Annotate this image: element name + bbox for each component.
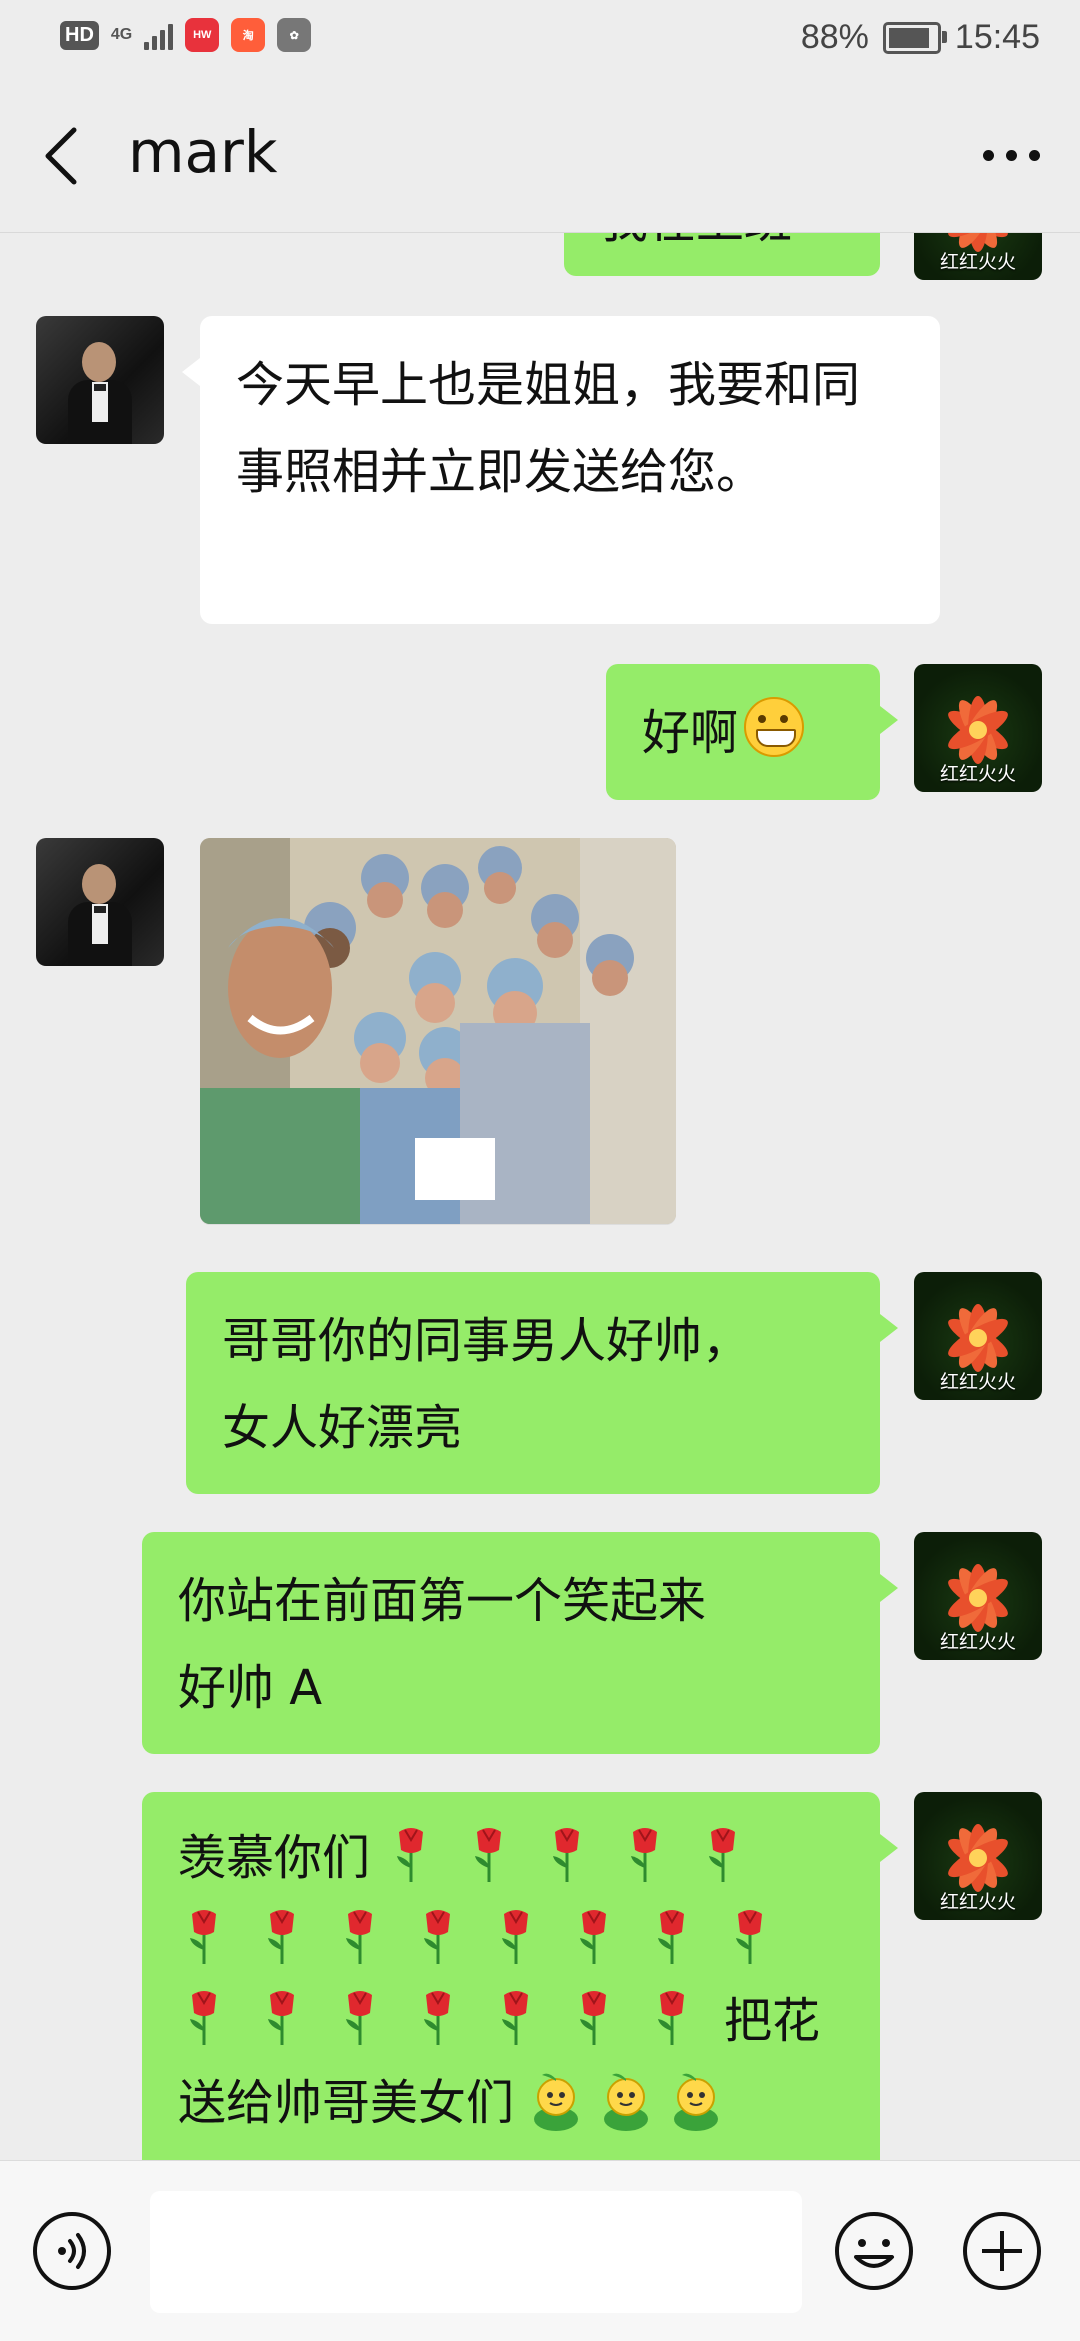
chevron-left-icon[interactable] <box>40 124 84 188</box>
rose-icon <box>724 1906 776 1966</box>
my-avatar[interactable]: 红红火火 <box>914 1792 1042 1920</box>
message-input[interactable] <box>150 2191 802 2313</box>
message-text: 今天早上也是姐姐，我要和同事照相并立即发送给您。 <box>236 357 861 501</box>
sprout-icon <box>668 2071 724 2131</box>
huawei-app-icon: HW <box>185 18 220 52</box>
rose-icon <box>490 1987 542 2047</box>
grinning-face-icon <box>744 697 805 757</box>
clock: 15:45 <box>954 18 1040 56</box>
message-text-line: 你站在前面第一个笑起来 <box>178 1573 707 1629</box>
message-text-line: 把花 <box>724 1993 821 2050</box>
rose-icon <box>463 1824 515 1884</box>
message-text-line: 送给帅哥美女们 <box>178 2074 515 2131</box>
rose-icon <box>490 1906 542 1966</box>
message-text-line: 羡慕你们 <box>178 1830 371 1886</box>
taobao-app-icon: 淘 <box>231 18 266 52</box>
rose-icon <box>178 1906 230 1966</box>
message-bubble-outgoing[interactable]: 好啊 <box>606 664 898 800</box>
chat-header: mark <box>0 80 1080 233</box>
message-bubble-outgoing[interactable]: 哥哥你的同事男人好帅， 女人好漂亮 <box>186 1272 898 1494</box>
my-avatar[interactable]: 红红火火 <box>914 1532 1042 1660</box>
message-bubble-outgoing[interactable]: 羡慕你们 把花 送给帅哥美女们 <box>142 1792 898 2160</box>
rose-icon <box>334 1906 386 1966</box>
rose-icon <box>256 1987 308 2047</box>
message-text: 我在上班 <box>600 232 792 249</box>
rose-icon <box>646 1906 698 1966</box>
message-bubble-outgoing[interactable]: 我在上班 <box>564 232 880 276</box>
signal-icon <box>144 20 174 50</box>
status-bar: HD 4G HW 淘 ✿ 88% 15:45 <box>0 0 1080 80</box>
rose-icon <box>619 1824 671 1884</box>
rose-icon <box>646 1987 698 2047</box>
chat-title: mark <box>128 118 278 186</box>
more-dots-icon[interactable] <box>983 150 1040 161</box>
my-avatar[interactable]: 红红火火 <box>914 664 1042 792</box>
rose-icon <box>568 1987 620 2047</box>
avatar-caption: 红红火火 <box>939 1891 1016 1913</box>
sprout-icon <box>598 2071 654 2131</box>
battery-percent: 88% <box>800 18 869 56</box>
rose-icon <box>412 1906 464 1966</box>
group-photo-medical-staff <box>200 838 676 1224</box>
sprout-icon <box>528 2071 584 2131</box>
rose-icon <box>568 1906 620 1966</box>
rose-icon <box>385 1824 437 1884</box>
rose-icon <box>178 1987 230 2047</box>
rose-icon <box>256 1906 308 1966</box>
my-avatar[interactable]: 红红火火 <box>914 1272 1042 1400</box>
message-bubble-incoming[interactable]: 今天早上也是姐姐，我要和同事照相并立即发送给您。 <box>182 316 940 624</box>
message-text: 好啊 <box>642 705 739 761</box>
avatar-caption: 红红火火 <box>939 251 1016 273</box>
rose-icon <box>541 1824 593 1884</box>
my-avatar[interactable]: 红红火火 <box>914 232 1042 280</box>
hd-badge: HD <box>60 20 99 50</box>
network-type: 4G <box>110 26 133 43</box>
baidu-paw-icon: ✿ <box>277 18 312 52</box>
battery-icon <box>882 21 947 54</box>
message-text-line: 女人好漂亮 <box>222 1400 463 1457</box>
avatar-caption: 红红火火 <box>939 1631 1016 1653</box>
avatar-caption: 红红火火 <box>939 763 1016 785</box>
plus-icon[interactable] <box>962 2211 1042 2291</box>
avatar-caption: 红红火火 <box>939 1371 1016 1393</box>
contact-avatar[interactable] <box>36 838 164 966</box>
voice-icon[interactable] <box>32 2211 112 2291</box>
contact-avatar[interactable] <box>36 316 164 444</box>
message-text-line: 哥哥你的同事男人好帅， <box>222 1313 751 1369</box>
rose-icon <box>697 1824 749 1884</box>
chat-messages[interactable]: 我在上班 红红火火 今天早上也是姐姐，我要和同事照相并立即发送给您。 好啊 红 <box>0 232 1080 2160</box>
rose-icon <box>334 1987 386 2047</box>
message-text-line: 好帅 A <box>178 1660 323 1717</box>
message-bubble-outgoing[interactable]: 你站在前面第一个笑起来 好帅 A <box>142 1532 898 1754</box>
rose-icon <box>412 1987 464 2047</box>
group-photo-image[interactable] <box>200 838 676 1224</box>
smiley-icon[interactable] <box>834 2211 914 2291</box>
input-bar <box>0 2160 1080 2341</box>
